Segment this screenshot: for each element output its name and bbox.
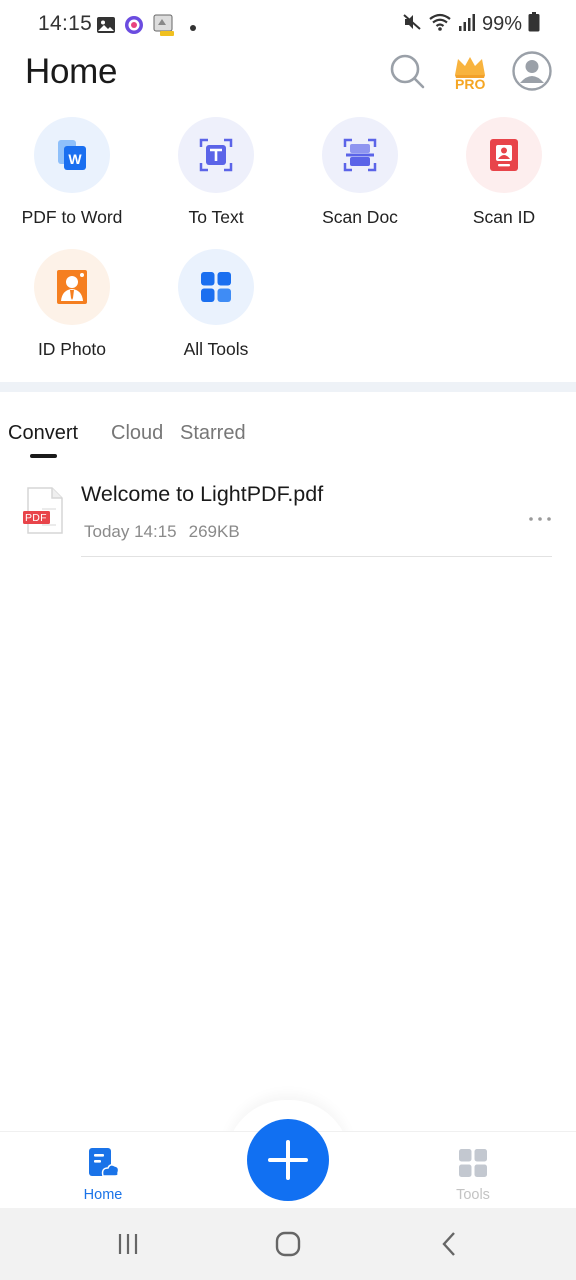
tool-to-text-circle bbox=[178, 117, 254, 193]
pro-button[interactable]: PRO bbox=[448, 52, 492, 94]
tool-id-photo-circle bbox=[34, 249, 110, 325]
tool-label: ID Photo bbox=[37, 339, 107, 359]
notification-app-icon bbox=[152, 13, 176, 42]
status-icons-left bbox=[96, 13, 196, 42]
tab-starred[interactable]: Starred bbox=[180, 422, 246, 445]
status-time: 14:15 bbox=[38, 12, 93, 35]
file-list-item[interactable]: PDF Welcome to LightPDF.pdf Today 14:15 … bbox=[0, 476, 576, 560]
search-icon bbox=[388, 52, 426, 95]
svg-text:W: W bbox=[68, 151, 82, 167]
tool-pdf-to-word[interactable]: W PDF to Word bbox=[0, 117, 144, 247]
signal-icon bbox=[458, 12, 476, 37]
tool-label: PDF to Word bbox=[21, 207, 123, 227]
camera-app-icon bbox=[124, 15, 144, 40]
id-photo-icon bbox=[57, 270, 87, 304]
to-text-icon bbox=[199, 138, 233, 172]
wifi-icon bbox=[428, 12, 452, 37]
tool-label: All Tools bbox=[183, 339, 249, 359]
search-button[interactable] bbox=[386, 52, 428, 94]
tool-scan-id[interactable]: Scan ID bbox=[432, 117, 576, 247]
file-date: Today 14:15 bbox=[84, 522, 177, 541]
tool-pdf-to-word-circle: W bbox=[34, 117, 110, 193]
page-title: Home bbox=[25, 52, 118, 91]
avatar-icon bbox=[512, 50, 552, 96]
file-tabs: Convert Cloud Starred bbox=[0, 420, 576, 460]
recent-apps-icon bbox=[118, 1234, 138, 1254]
nav-tools[interactable]: Tools bbox=[433, 1146, 513, 1203]
tool-scan-doc-circle bbox=[322, 117, 398, 193]
add-button[interactable] bbox=[247, 1119, 329, 1201]
gallery-icon bbox=[96, 15, 116, 40]
pdf-badge: PDF bbox=[25, 512, 47, 524]
profile-button[interactable] bbox=[511, 50, 553, 96]
back-button[interactable] bbox=[432, 1226, 468, 1262]
recent-apps-button[interactable] bbox=[110, 1226, 146, 1262]
nav-home[interactable]: Home bbox=[63, 1146, 143, 1203]
plus-icon bbox=[268, 1140, 308, 1180]
battery-percentage: 99% bbox=[481, 13, 522, 35]
file-meta: Today 14:15 269KB bbox=[84, 522, 240, 542]
pdf-to-word-icon: W bbox=[58, 140, 86, 170]
tool-scan-doc[interactable]: Scan Doc bbox=[288, 117, 432, 247]
tab-indicator bbox=[30, 454, 57, 458]
section-divider bbox=[0, 382, 576, 392]
tool-label: Scan Doc bbox=[322, 207, 398, 227]
row-divider bbox=[81, 556, 552, 557]
scan-doc-icon bbox=[343, 138, 377, 172]
mute-icon bbox=[402, 12, 422, 37]
tool-label: To Text bbox=[188, 207, 244, 227]
tab-convert[interactable]: Convert bbox=[8, 422, 78, 445]
system-navigation-bar bbox=[0, 1208, 576, 1280]
all-tools-icon bbox=[201, 272, 231, 302]
file-size: 269KB bbox=[188, 522, 240, 541]
home-circle-icon bbox=[275, 1231, 301, 1257]
notification-dot bbox=[190, 24, 196, 31]
status-icons-right: 99% bbox=[402, 12, 540, 37]
status-bar: 14:15 99% bbox=[0, 0, 576, 48]
file-name: Welcome to LightPDF.pdf bbox=[81, 482, 324, 506]
tool-scan-id-circle bbox=[466, 117, 542, 193]
nav-tools-label: Tools bbox=[456, 1187, 490, 1203]
tool-all-tools-circle bbox=[178, 249, 254, 325]
tool-id-photo[interactable]: ID Photo bbox=[0, 249, 144, 379]
pro-label: PRO bbox=[455, 76, 486, 92]
home-doc-icon bbox=[89, 1148, 120, 1177]
tool-all-tools[interactable]: All Tools bbox=[144, 249, 288, 379]
tools-grid-icon bbox=[459, 1149, 487, 1177]
tab-cloud[interactable]: Cloud bbox=[111, 422, 163, 445]
battery-icon bbox=[528, 12, 540, 37]
nav-home-label: Home bbox=[83, 1187, 123, 1203]
more-icon bbox=[529, 517, 551, 521]
tool-to-text[interactable]: To Text bbox=[144, 117, 288, 247]
more-options-button[interactable] bbox=[528, 506, 552, 526]
tool-label: Scan ID bbox=[472, 207, 536, 227]
back-icon bbox=[442, 1232, 455, 1256]
scan-id-icon bbox=[490, 139, 518, 171]
pdf-file-icon: PDF bbox=[22, 487, 64, 535]
home-system-button[interactable] bbox=[270, 1226, 306, 1262]
